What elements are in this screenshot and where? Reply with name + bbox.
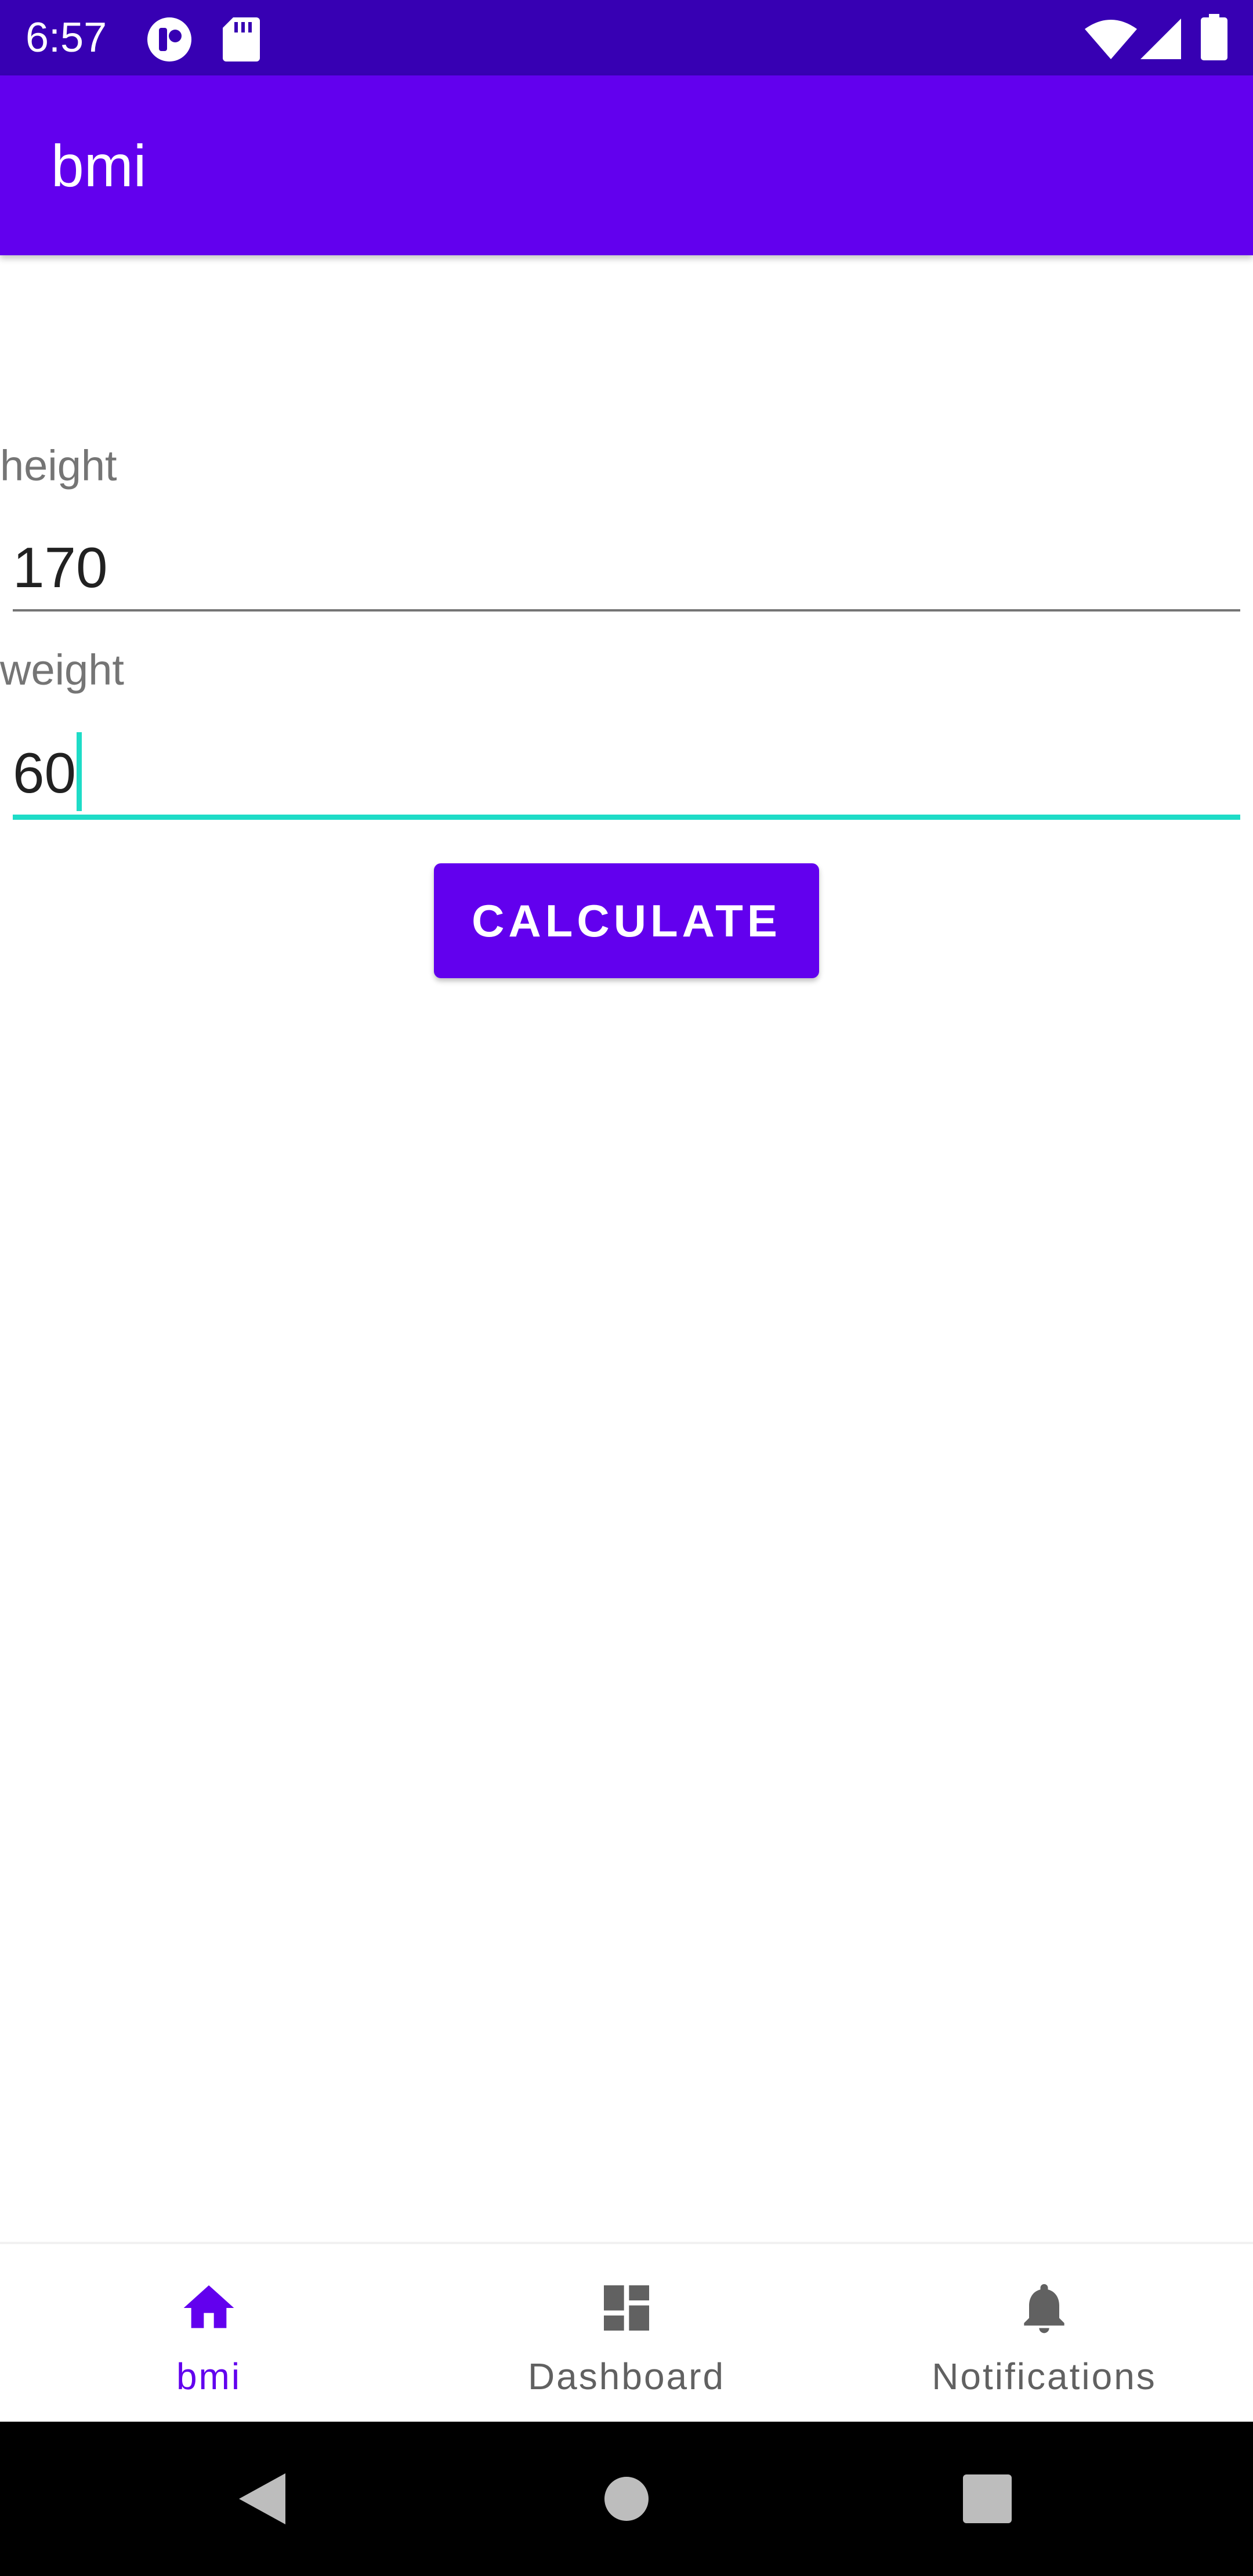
height-input[interactable] (13, 533, 1240, 602)
height-label: height (0, 442, 117, 490)
home-circle-icon[interactable] (597, 2470, 656, 2528)
app-title: bmi (51, 133, 147, 199)
nav-label-bmi: bmi (176, 2356, 242, 2397)
calculate-button[interactable]: CALCULATE (434, 863, 819, 978)
calculate-button-label: CALCULATE (472, 895, 781, 946)
nav-label-notifications: Notifications (932, 2356, 1157, 2397)
battery-icon (1201, 14, 1227, 60)
media-app-icon (147, 17, 191, 61)
height-underline (13, 609, 1240, 612)
nav-item-dashboard[interactable]: Dashboard (418, 2244, 835, 2424)
wifi-icon (1085, 20, 1137, 59)
nav-item-notifications[interactable]: Notifications (835, 2244, 1253, 2424)
nav-label-dashboard: Dashboard (527, 2356, 726, 2397)
home-icon (183, 2285, 234, 2328)
back-icon[interactable] (233, 2470, 291, 2528)
app-bar: bmi (0, 75, 1253, 255)
cell-signal-icon (1140, 19, 1181, 59)
sd-card-icon (223, 17, 260, 61)
weight-underline (13, 815, 1240, 820)
system-navigation-bar (0, 2422, 1253, 2576)
nav-item-bmi[interactable]: bmi (0, 2244, 418, 2424)
dashboard-icon (604, 2285, 649, 2331)
status-time: 6:57 (26, 15, 107, 61)
text-cursor (77, 732, 82, 811)
recents-icon[interactable] (958, 2470, 1016, 2528)
weight-input[interactable] (13, 738, 1240, 808)
bell-icon (1024, 2284, 1064, 2333)
status-bar: 6:57 (0, 0, 1253, 75)
bottom-navigation: bmi Dashboard Notifications (0, 2242, 1253, 2424)
weight-label: weight (0, 646, 124, 694)
